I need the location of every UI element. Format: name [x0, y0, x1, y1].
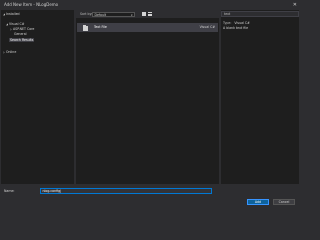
tree-item-label: Search Results	[10, 37, 34, 42]
title-bar: Add New Item - NLogDemo ✕	[0, 0, 300, 10]
chevron-right-icon: ▷	[10, 28, 12, 31]
chevron-down-icon: ◢	[6, 23, 8, 26]
tree-item-label: Installed	[6, 12, 20, 16]
tree-item-installed[interactable]: ◢Installed	[3, 12, 20, 18]
tree-item-label: General	[14, 32, 27, 36]
template-type: Visual C#	[199, 25, 215, 29]
tree-item-label: ASP.NET Core	[13, 27, 35, 31]
tree-item-search-results[interactable]: Search Results	[9, 37, 35, 43]
sort-dropdown[interactable]: Default ▾	[92, 11, 135, 17]
tree-item-general[interactable]: General	[14, 32, 27, 37]
template-description: A blank text file	[223, 26, 249, 30]
template-list-pane: Sort by: Default ▾ Text File Visual C#	[76, 10, 219, 184]
list-view-icon[interactable]	[148, 12, 152, 16]
tree-item-label: Online	[6, 50, 17, 54]
window-title: Add New Item - NLogDemo	[4, 2, 59, 7]
grid-view-icon[interactable]	[142, 12, 146, 16]
dialog-footer: Name: nlog.config| Add Cancel	[0, 184, 300, 209]
template-row-text-file[interactable]: Text File Visual C#	[77, 23, 218, 32]
template-details: Type: Visual C# A blank text file	[223, 21, 250, 31]
chevron-down-icon: ◢	[3, 13, 5, 16]
name-label: Name:	[4, 189, 15, 193]
type-value: Visual C#	[234, 21, 250, 25]
chevron-right-icon: ▷	[3, 51, 5, 54]
category-tree: ◢Installed ◢Visual C# ▷ASP.NET Core Gene…	[1, 10, 74, 184]
details-pane: text Type: Visual C# A blank text file	[221, 10, 299, 184]
text-file-icon	[83, 24, 88, 31]
close-icon[interactable]: ✕	[293, 0, 297, 10]
search-input[interactable]: text	[221, 11, 299, 17]
sort-toolbar: Sort by: Default ▾	[76, 10, 219, 18]
chevron-down-icon: ▾	[131, 12, 133, 17]
sort-label: Sort by:	[80, 12, 93, 16]
tree-item-label: Visual C#	[9, 22, 25, 26]
template-name: Text File	[94, 25, 107, 29]
type-key: Type:	[223, 21, 232, 25]
sort-value: Default	[94, 12, 107, 17]
name-field[interactable]: nlog.config|	[40, 188, 212, 194]
tree-item-online[interactable]: ▷Online	[3, 50, 16, 56]
add-button[interactable]: Add	[247, 199, 269, 205]
cancel-button[interactable]: Cancel	[273, 199, 295, 205]
